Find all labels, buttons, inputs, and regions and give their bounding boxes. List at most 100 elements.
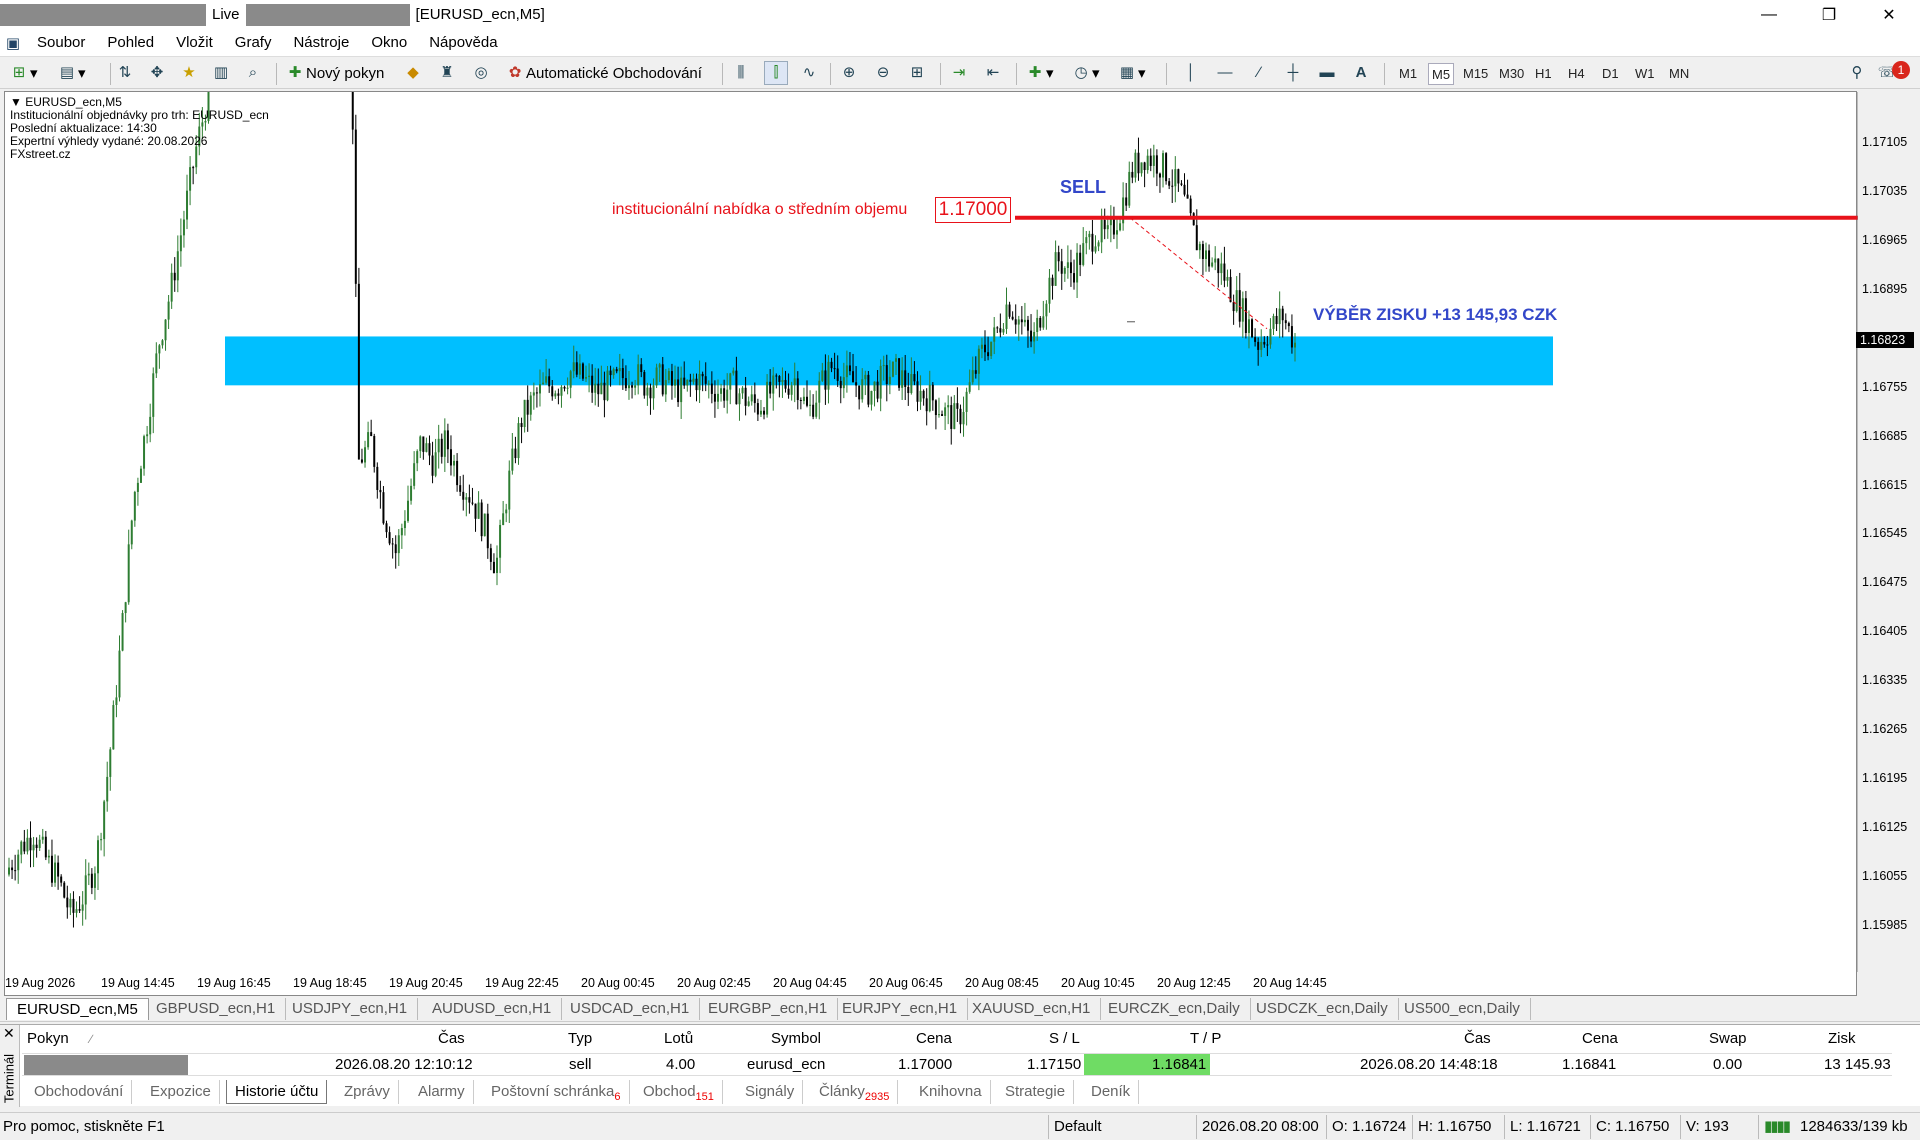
terminal-tab[interactable]: Historie účtu bbox=[226, 1080, 328, 1104]
price-chart[interactable]: ▼ EURUSD_ecn,M5 Institucionální objednáv… bbox=[4, 91, 1858, 997]
tf-m15[interactable]: M15 bbox=[1460, 63, 1491, 85]
minimize-button[interactable]: — bbox=[1740, 0, 1798, 29]
line-chart-icon[interactable]: ∿ bbox=[798, 61, 820, 85]
cross-line-icon[interactable]: ┼ bbox=[1282, 61, 1304, 85]
symbol-tab[interactable]: XAUUSD_ecn,H1 bbox=[962, 998, 1102, 1020]
chart-canvas[interactable] bbox=[5, 92, 1858, 997]
tester-icon[interactable]: ⌕ bbox=[242, 61, 264, 85]
symbol-tab[interactable]: US500_ecn,Daily bbox=[1394, 998, 1531, 1020]
symbol-tab[interactable]: USDJPY_ecn,H1 bbox=[282, 998, 419, 1020]
terminal-tab[interactable]: Obchod151 bbox=[635, 1080, 723, 1104]
status-profile: Default bbox=[1054, 1118, 1102, 1135]
market-icon[interactable]: ◎ bbox=[470, 61, 492, 85]
terminal-tab[interactable]: Signály bbox=[737, 1080, 804, 1104]
candle-body bbox=[713, 393, 716, 402]
menu-nastroje[interactable]: Nástroje bbox=[282, 34, 360, 51]
cell-open-time: 2026.08.20 12:10:12 bbox=[335, 1056, 473, 1073]
col-sl[interactable]: S / L bbox=[1049, 1028, 1080, 1050]
terminal-tab[interactable]: Články2935 bbox=[811, 1080, 899, 1104]
col-swap[interactable]: Swap bbox=[1709, 1028, 1747, 1050]
periods-icon[interactable]: ◷ ▾ bbox=[1070, 61, 1099, 85]
col-lotu[interactable]: Lotů bbox=[664, 1028, 693, 1050]
close-icon[interactable]: ✕ bbox=[3, 1025, 15, 1042]
favorites-icon[interactable]: ★ bbox=[178, 61, 200, 85]
menu-napoveda[interactable]: Nápověda bbox=[418, 34, 508, 51]
tf-m30[interactable]: M30 bbox=[1496, 63, 1527, 85]
symbol-tab[interactable]: EURUSD_ecn,M5 bbox=[6, 998, 149, 1020]
tf-w1[interactable]: W1 bbox=[1632, 63, 1658, 85]
indicators-icon[interactable]: ✚ ▾ bbox=[1024, 61, 1054, 85]
terminal-tab[interactable]: Obchodování bbox=[26, 1080, 133, 1104]
symbol-tab[interactable]: GBPUSD_ecn,H1 bbox=[146, 998, 287, 1020]
terminal-tab[interactable]: Alarmy bbox=[410, 1080, 474, 1104]
terminal-tab[interactable]: Deník bbox=[1083, 1080, 1140, 1104]
menu-vlozit[interactable]: Vložit bbox=[165, 34, 224, 51]
new-order-button[interactable]: ✚ Nový pokyn bbox=[284, 61, 385, 85]
chart-shift-icon[interactable]: ⇤ bbox=[982, 61, 1004, 85]
tf-m5[interactable]: M5 bbox=[1428, 63, 1455, 85]
menu-okno[interactable]: Okno bbox=[360, 34, 418, 51]
trendline-icon[interactable]: ∕ bbox=[1248, 61, 1270, 85]
candle-body bbox=[57, 862, 60, 877]
symbol-tab[interactable]: AUDUSD_ecn,H1 bbox=[422, 998, 563, 1020]
templates-icon[interactable]: ▦ ▾ bbox=[1116, 61, 1146, 85]
menu-pohled[interactable]: Pohled bbox=[96, 34, 165, 51]
navigator-icon[interactable]: ▥ bbox=[210, 61, 232, 85]
close-button[interactable]: ✕ bbox=[1860, 0, 1918, 29]
autoscroll-icon[interactable]: ⇥ bbox=[948, 61, 970, 85]
candle-body bbox=[35, 844, 38, 849]
metaeditor-icon[interactable]: ◆ bbox=[402, 61, 424, 85]
tile-windows-icon[interactable]: ⊞ bbox=[906, 61, 928, 85]
symbol-tab[interactable]: USDCZK_ecn,Daily bbox=[1246, 998, 1399, 1020]
col-cena[interactable]: Cena bbox=[916, 1028, 952, 1050]
cursor-icon[interactable]: │ bbox=[1180, 61, 1202, 85]
maximize-button[interactable]: ❐ bbox=[1800, 0, 1858, 29]
symbol-tab[interactable]: EURGBP_ecn,H1 bbox=[698, 998, 839, 1020]
menu-grafy[interactable]: Grafy bbox=[224, 34, 283, 51]
candlestick-icon[interactable]: ⫿ bbox=[764, 61, 788, 85]
bar-chart-icon[interactable]: ⫼ bbox=[730, 61, 752, 85]
terminal-tab[interactable]: Zprávy bbox=[336, 1080, 399, 1104]
zoom-in-icon[interactable]: ⊕ bbox=[838, 61, 860, 85]
col-cas[interactable]: Čas bbox=[438, 1028, 465, 1050]
col-zisk[interactable]: Zisk bbox=[1828, 1028, 1856, 1050]
menu-soubor[interactable]: Soubor bbox=[26, 34, 96, 51]
signals-icon[interactable]: ♜ bbox=[436, 61, 458, 85]
symbol-tab[interactable]: EURCZK_ecn,Daily bbox=[1098, 998, 1251, 1020]
col-close-price[interactable]: Cena bbox=[1582, 1028, 1618, 1050]
candle-body bbox=[1204, 250, 1207, 260]
zoom-out-icon[interactable]: ⊖ bbox=[872, 61, 894, 85]
text-tool-icon[interactable]: A bbox=[1350, 61, 1372, 85]
rectangle-icon[interactable]: ▬ bbox=[1316, 61, 1338, 85]
tf-h1[interactable]: H1 bbox=[1532, 63, 1555, 85]
tf-h4[interactable]: H4 bbox=[1565, 63, 1588, 85]
col-symbol[interactable]: Symbol bbox=[771, 1028, 821, 1050]
time-tick: 19 Aug 18:45 bbox=[293, 976, 367, 990]
crosshair-icon[interactable]: ✥ bbox=[146, 61, 168, 85]
symbol-tab[interactable]: USDCAD_ecn,H1 bbox=[560, 998, 701, 1020]
col-close-time[interactable]: Čas bbox=[1464, 1028, 1491, 1050]
tf-d1[interactable]: D1 bbox=[1599, 63, 1622, 85]
col-pokyn[interactable]: Pokyn bbox=[27, 1028, 69, 1050]
candle-body bbox=[1091, 233, 1094, 252]
tf-m1[interactable]: M1 bbox=[1396, 63, 1420, 85]
candle-body bbox=[753, 394, 756, 404]
terminal-tab[interactable]: Knihovna bbox=[911, 1080, 991, 1104]
market-watch-icon[interactable]: ⇅ bbox=[114, 61, 136, 85]
symbol-tab[interactable]: EURJPY_ecn,H1 bbox=[832, 998, 969, 1020]
new-chart-icon[interactable]: ⊞ ▾ bbox=[8, 61, 38, 85]
profiles-icon[interactable]: ▤ ▾ bbox=[56, 61, 86, 85]
candle-body bbox=[1134, 152, 1137, 178]
auto-trading-button[interactable]: ✿ Automatické Obchodování bbox=[504, 61, 702, 85]
terminal-tab[interactable]: Expozice bbox=[142, 1080, 220, 1104]
candle-body bbox=[1137, 152, 1140, 174]
col-tp[interactable]: T / P bbox=[1190, 1028, 1221, 1050]
col-typ[interactable]: Typ bbox=[568, 1028, 592, 1050]
terminal-tab[interactable]: Poštovní schránka6 bbox=[483, 1080, 630, 1104]
terminal-tab[interactable]: Strategie bbox=[997, 1080, 1075, 1104]
candle-body bbox=[891, 361, 894, 377]
tf-mn[interactable]: MN bbox=[1666, 63, 1692, 85]
candle-body bbox=[615, 369, 618, 372]
search-icon[interactable]: ⚲ bbox=[1846, 61, 1868, 85]
horizontal-line-icon[interactable]: — bbox=[1214, 61, 1236, 85]
